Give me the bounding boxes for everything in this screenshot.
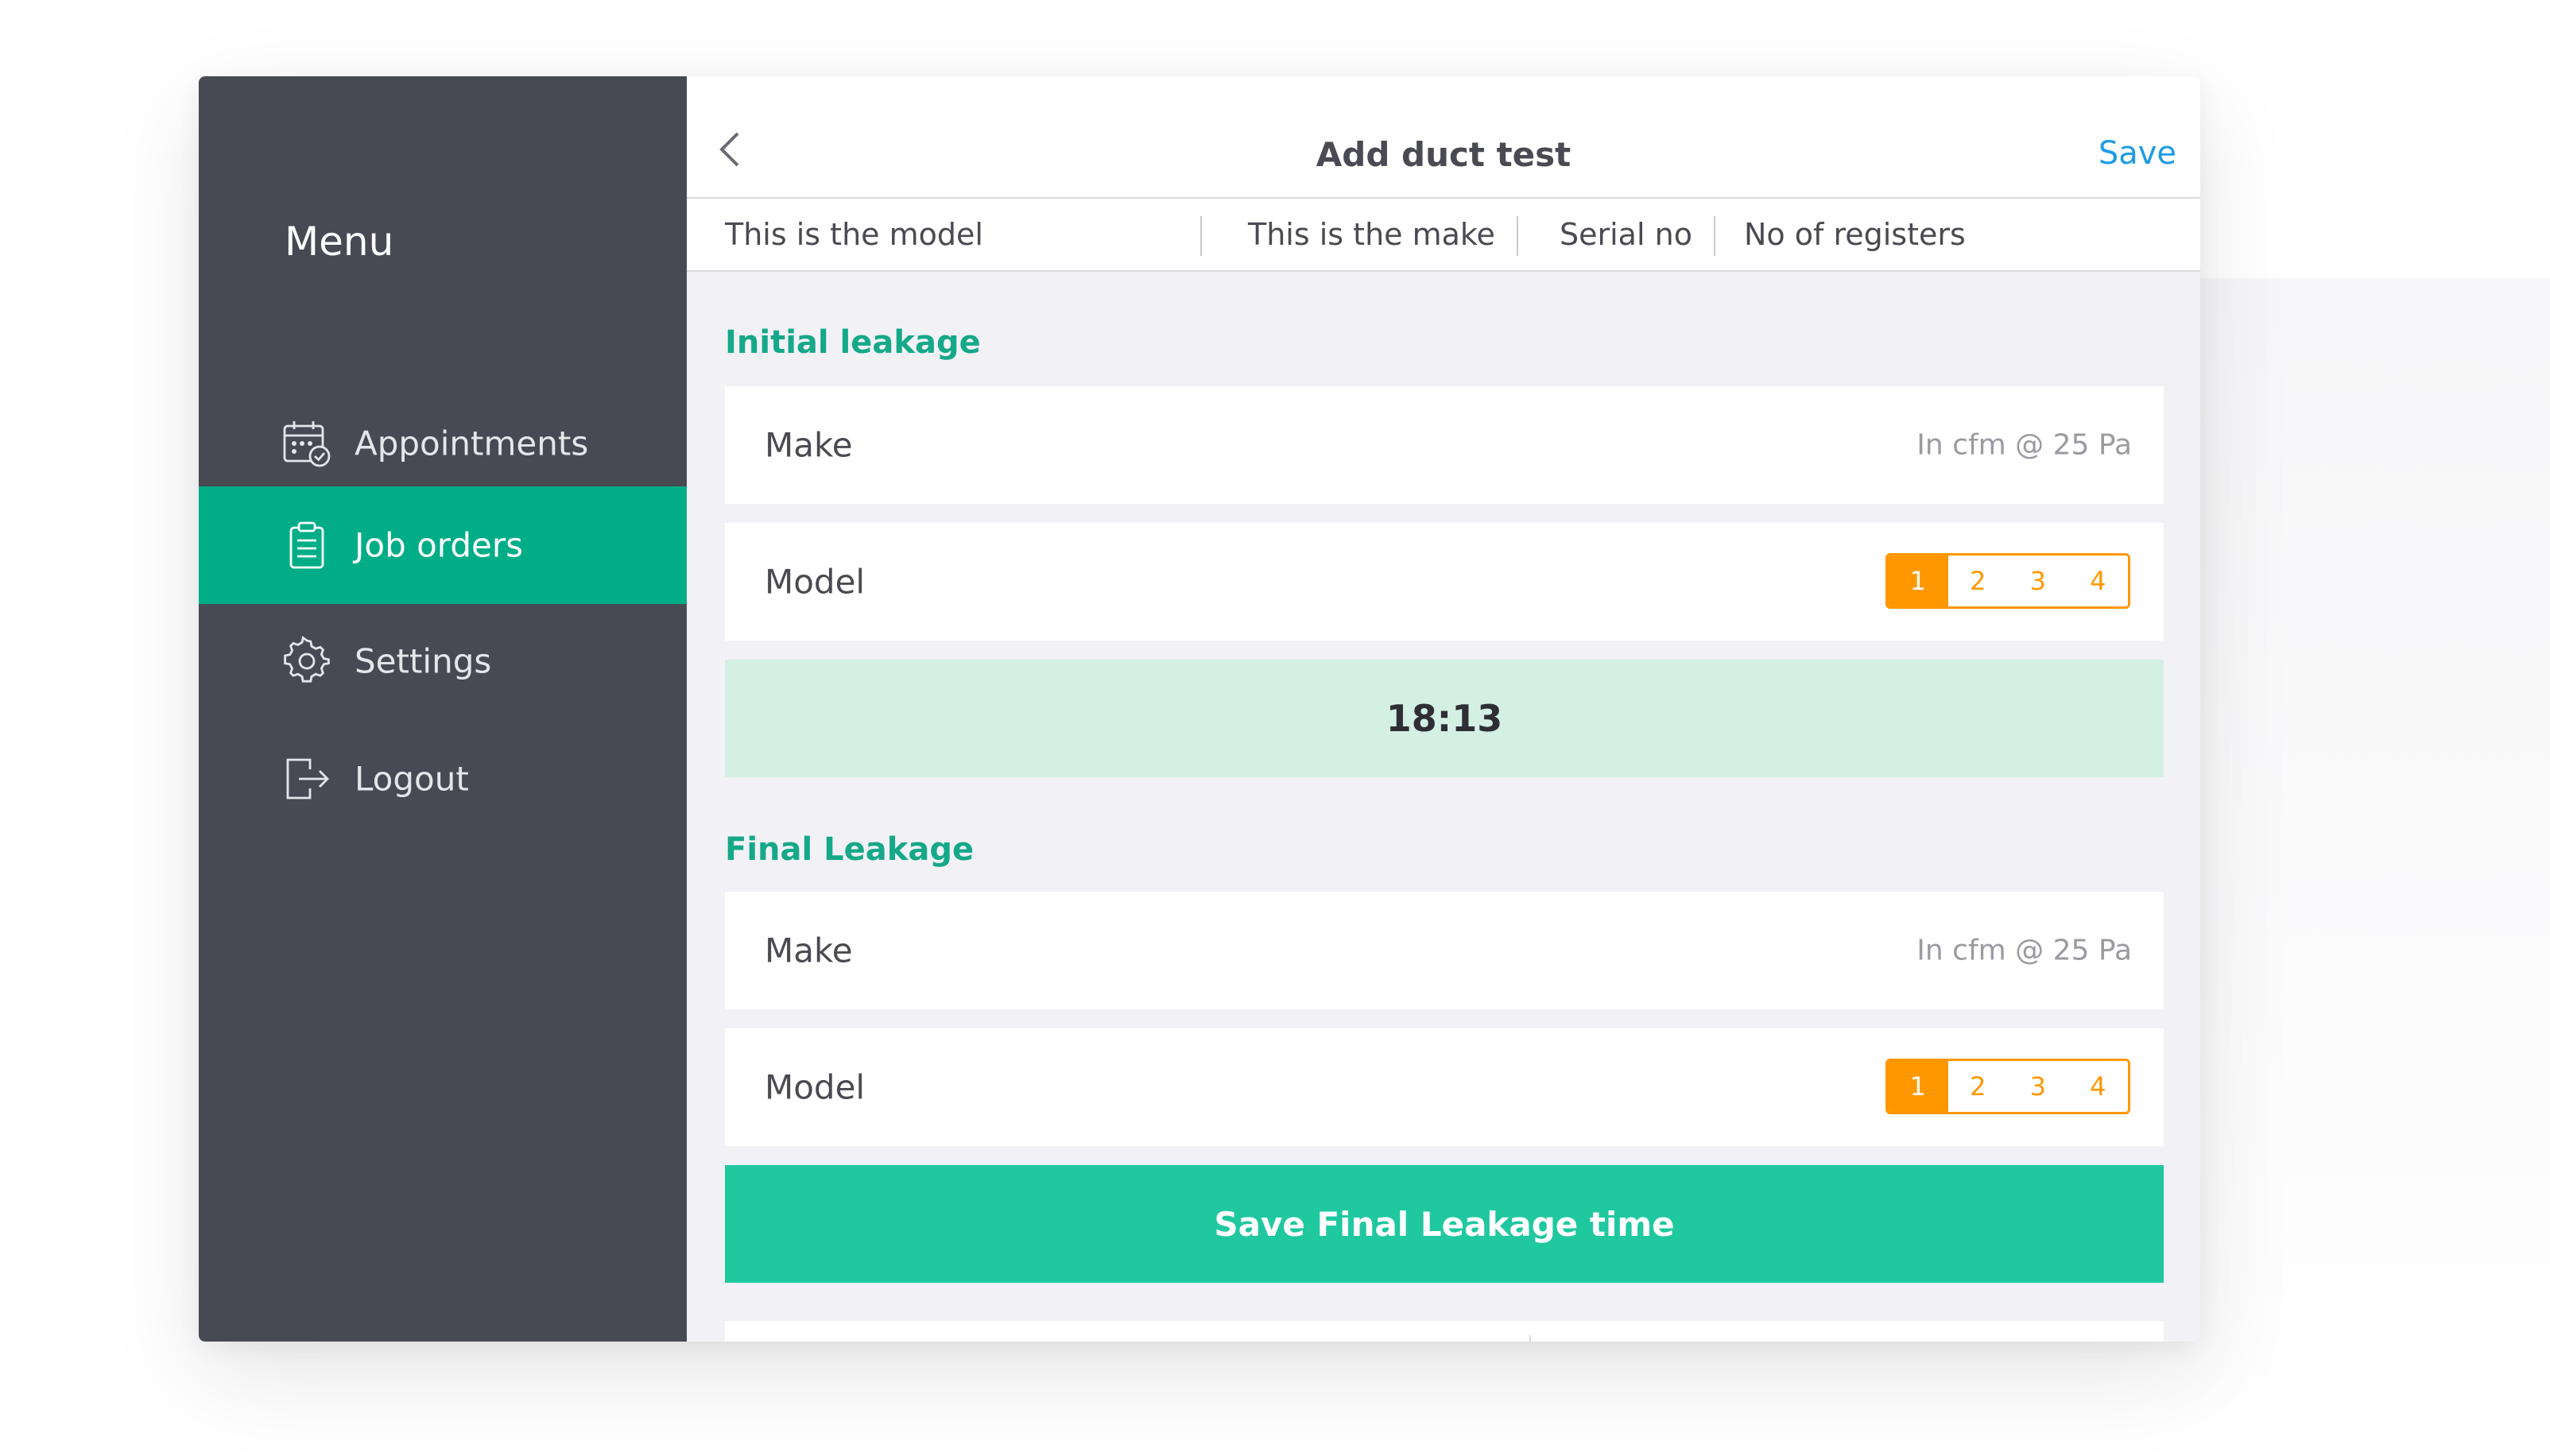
sidebar-item-appointments[interactable]: Appointments — [199, 385, 687, 502]
segment-option[interactable]: 2 — [1947, 556, 2008, 606]
clipboard-icon — [281, 520, 332, 571]
divider — [1200, 216, 1202, 256]
divider — [1517, 216, 1518, 256]
section-title-final: Final Leakage — [725, 831, 975, 868]
logout-icon — [281, 753, 332, 804]
page-title: Add duct test — [1316, 135, 1571, 174]
info-make: This is the make — [1248, 217, 1495, 252]
sidebar-item-label: Logout — [355, 759, 469, 799]
sidebar: Menu Appointments Job orders Settings Lo… — [199, 76, 687, 1342]
divider — [1529, 1335, 1531, 1342]
segment-option[interactable]: 1 — [1888, 556, 1948, 606]
make-label: Make — [765, 931, 853, 970]
segment-option[interactable]: 2 — [1947, 1061, 2008, 1112]
segment-option[interactable]: 1 — [1888, 1061, 1948, 1112]
segment-option[interactable]: 4 — [2068, 1061, 2128, 1112]
main-content: Add duct test Save This is the model Thi… — [687, 76, 2200, 1342]
model-label: Model — [765, 562, 866, 602]
section-title-initial: Initial leakage — [725, 324, 981, 361]
next-row-partial — [725, 1321, 2164, 1342]
save-final-leakage-button[interactable]: Save Final Leakage time — [725, 1165, 2164, 1283]
app-window: Menu Appointments Job orders Settings Lo… — [199, 76, 2200, 1342]
sidebar-item-settings[interactable]: Settings — [199, 602, 687, 720]
make-label: Make — [765, 425, 853, 465]
sidebar-item-label: Settings — [355, 641, 492, 681]
info-bar: This is the model This is the make Seria… — [687, 199, 2200, 272]
model-segmented-control: 1 2 3 4 — [1885, 553, 2130, 609]
initial-model-row: Model 1 2 3 4 — [725, 523, 2164, 641]
info-registers: No of registers — [1744, 217, 1966, 252]
info-serial: Serial no — [1560, 217, 1692, 252]
background-panel — [2170, 278, 2550, 1456]
segment-option[interactable]: 3 — [2008, 556, 2068, 606]
model-label: Model — [765, 1067, 866, 1107]
info-model: This is the model — [725, 217, 983, 252]
final-make-row[interactable]: Make In cfm @ 25 Pa — [725, 892, 2164, 1009]
timer-display: 18:13 — [725, 660, 2164, 777]
gear-icon — [281, 636, 332, 687]
make-input-hint[interactable]: In cfm @ 25 Pa — [1916, 935, 2132, 967]
make-input-hint[interactable]: In cfm @ 25 Pa — [1916, 429, 2132, 462]
save-button[interactable]: Save — [2099, 135, 2176, 172]
sidebar-item-job-orders[interactable]: Job orders — [199, 486, 687, 604]
segment-option[interactable]: 3 — [2008, 1061, 2068, 1112]
divider — [1714, 216, 1715, 256]
model-segmented-control: 1 2 3 4 — [1885, 1059, 2130, 1114]
segment-option[interactable]: 4 — [2068, 556, 2128, 606]
sidebar-item-label: Job orders — [355, 525, 523, 565]
menu-title: Menu — [285, 219, 394, 265]
top-bar: Add duct test Save — [687, 76, 2200, 199]
sidebar-item-logout[interactable]: Logout — [199, 720, 687, 838]
calendar-check-icon — [281, 418, 332, 469]
initial-make-row[interactable]: Make In cfm @ 25 Pa — [725, 386, 2164, 504]
final-model-row: Model 1 2 3 4 — [725, 1028, 2164, 1146]
sidebar-item-label: Appointments — [355, 424, 589, 463]
